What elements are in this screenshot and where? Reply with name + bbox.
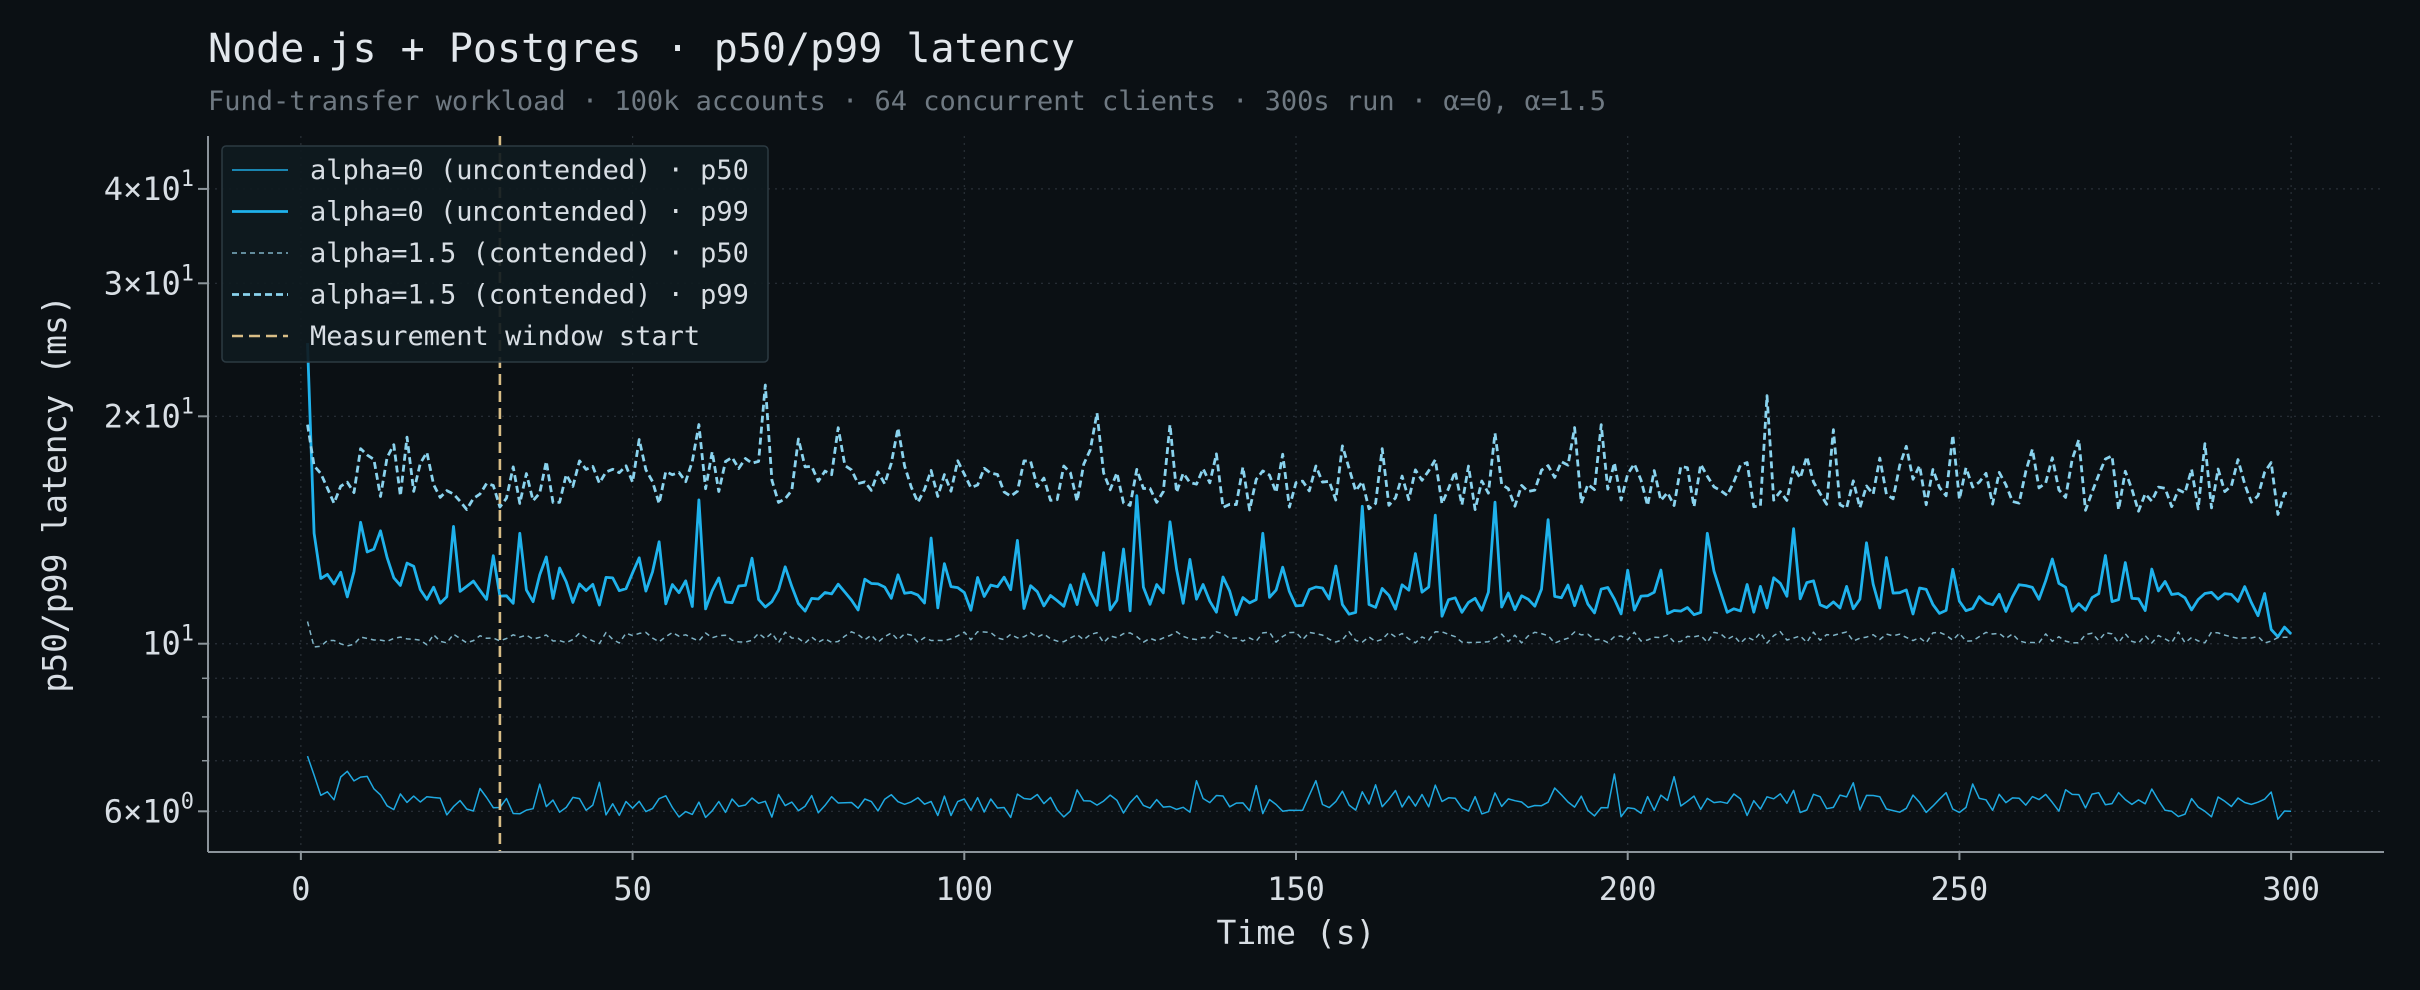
- x-tick-label: 100: [935, 870, 993, 908]
- x-tick-label: 0: [291, 870, 310, 908]
- legend-label-5: Measurement window start: [310, 321, 700, 352]
- y-tick-label: 4×101: [104, 167, 194, 208]
- y-axis-label: p50/p99 latency (ms): [35, 295, 74, 692]
- x-tick-label: 200: [1599, 870, 1657, 908]
- series-line-4: [306, 383, 2292, 516]
- legend-label-1: alpha=0 (uncontended) · p50: [310, 155, 749, 186]
- y-tick-label: 6×100: [104, 789, 194, 830]
- latency-chart: 0 50 100 150 200 250 300 6×100 101 2×101 3×101 4×10…: [35, 136, 2384, 952]
- series-line-1: [306, 755, 2292, 820]
- legend: alpha=0 (uncontended) · p50 alpha=0 (unco…: [221, 145, 769, 363]
- y-tick-label: 101: [142, 622, 194, 663]
- x-tick-label: 150: [1267, 870, 1325, 908]
- y-tick-label: 2×101: [104, 394, 194, 435]
- x-tick-label: 50: [613, 870, 652, 908]
- legend-label-2: alpha=0 (uncontended) · p99: [310, 197, 749, 228]
- y-tick-label: 3×101: [104, 261, 194, 302]
- x-tick-label: 300: [2262, 870, 2320, 908]
- legend-label-4: alpha=1.5 (contended) · p99: [310, 280, 749, 311]
- x-tick-label: 250: [1931, 870, 1989, 908]
- series-line-2: [306, 343, 2293, 639]
- legend-label-3: alpha=1.5 (contended) · p50: [310, 238, 749, 269]
- x-axis-label: Time (s): [1217, 913, 1376, 952]
- series-group: [306, 343, 2293, 820]
